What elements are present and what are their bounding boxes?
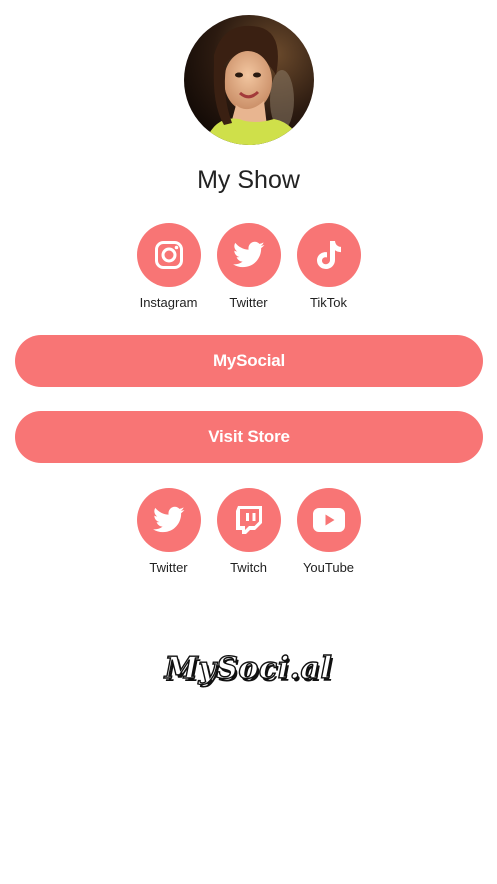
tiktok-label: TikTok — [309, 295, 348, 310]
youtube-label: YouTube — [302, 560, 355, 575]
tiktok-circle — [296, 223, 361, 287]
twitter-label: Twitter — [229, 295, 268, 310]
tiktok-icon — [316, 241, 341, 269]
twitter-circle — [216, 223, 281, 287]
mysocial-footer-logo[interactable]: MySoci.al — [0, 640, 497, 696]
twitch-link[interactable]: Twitch — [216, 488, 281, 575]
twitch-circle — [216, 488, 281, 552]
twitter-label-bottom: Twitter — [149, 560, 188, 575]
instagram-icon — [154, 241, 183, 269]
youtube-icon — [312, 508, 345, 532]
youtube-link[interactable]: YouTube — [296, 488, 361, 575]
page-title: My Show — [197, 166, 300, 194]
twitter-link-bottom[interactable]: Twitter — [136, 488, 201, 575]
youtube-circle — [296, 488, 361, 552]
visit-store-button[interactable]: Visit Store — [15, 411, 483, 463]
twitch-label: Twitch — [230, 560, 267, 575]
instagram-circle — [136, 223, 201, 287]
top-social-links: Instagram Twitter TikTok — [0, 223, 497, 310]
twitter-link[interactable]: Twitter — [216, 223, 281, 310]
bottom-social-links: Twitter Twitch YouTube — [0, 488, 497, 575]
profile-avatar — [184, 15, 314, 145]
tiktok-link[interactable]: TikTok — [296, 223, 361, 310]
footer-logo-text: MySoci.al — [164, 650, 333, 686]
mysocial-link-button[interactable]: MySocial — [15, 335, 483, 387]
instagram-label: Instagram — [139, 295, 198, 310]
twitter-icon — [232, 241, 264, 268]
twitter-circle-bottom — [136, 488, 201, 552]
twitch-icon — [235, 506, 262, 534]
instagram-link[interactable]: Instagram — [136, 223, 201, 310]
twitter-icon — [152, 506, 184, 533]
